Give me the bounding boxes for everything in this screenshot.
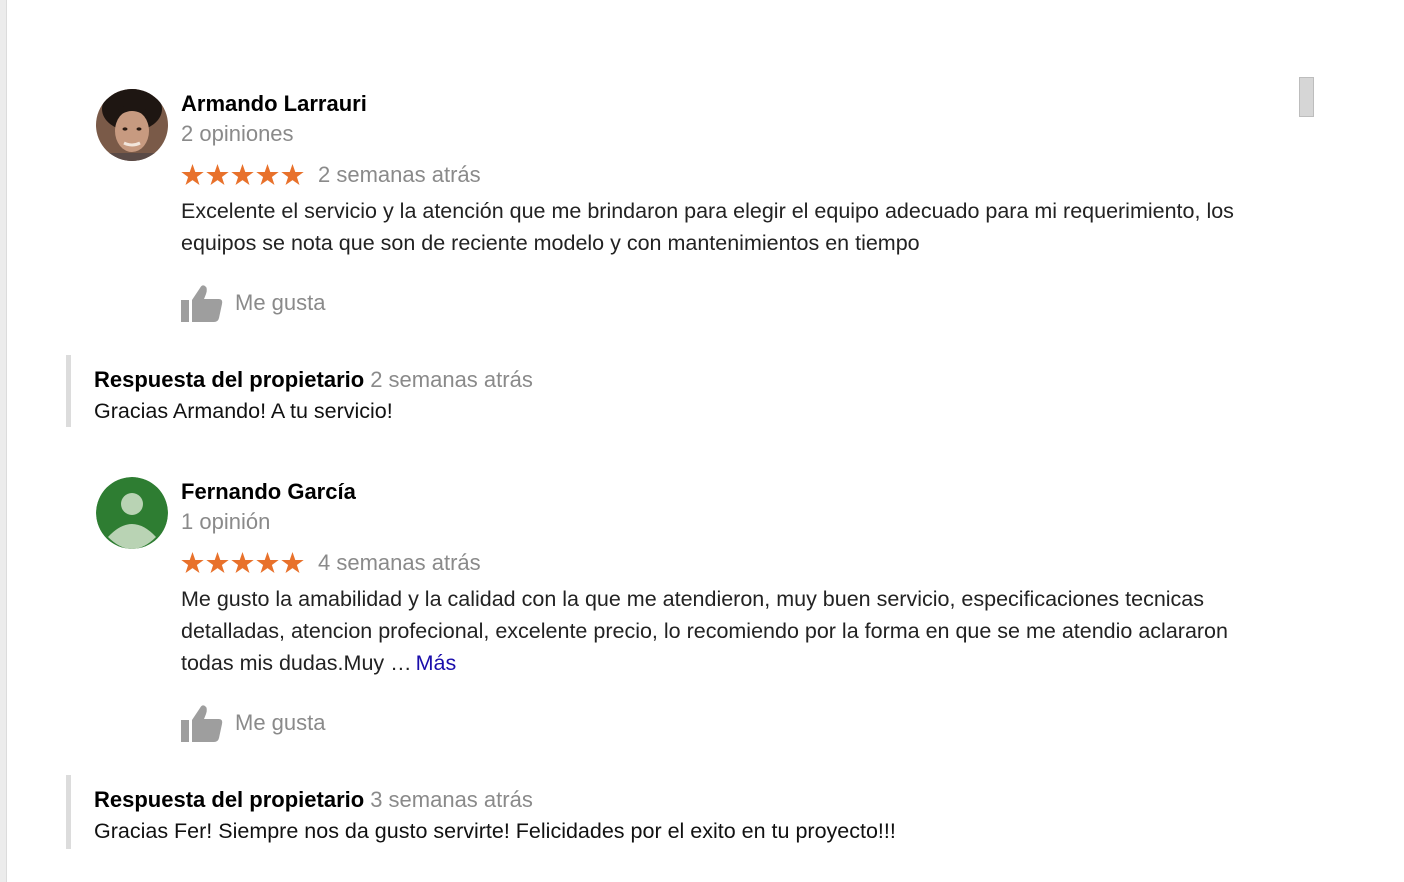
star-icon [281, 552, 304, 574]
star-rating [181, 164, 304, 186]
rating-row: 2 semanas atrás [181, 159, 1276, 191]
reviewer-name[interactable]: Fernando García [181, 477, 1276, 507]
owner-reply-text: Gracias Fer! Siempre nos da gusto servir… [94, 819, 896, 843]
star-icon [256, 552, 279, 574]
avatar[interactable] [96, 89, 168, 161]
owner-reply-header: Respuesta del propietario 3 semanas atrás [94, 775, 1094, 815]
default-user-icon [96, 477, 168, 549]
reviews-page: Armando Larrauri 2 opiniones 2 semanas a… [0, 0, 1404, 882]
review-text-content: Me gusto la amabilidad y la calidad con … [181, 587, 1228, 675]
star-icon [206, 164, 229, 186]
like-label: Me gusta [235, 710, 326, 735]
more-link[interactable]: Más [416, 651, 457, 675]
star-icon [231, 552, 254, 574]
star-icon [281, 164, 304, 186]
like-button[interactable]: Me gusta [181, 703, 1276, 743]
review-count: 2 opiniones [181, 121, 294, 146]
owner-reply-title: Respuesta del propietario [94, 787, 365, 812]
star-icon [181, 552, 204, 574]
owner-reply-time: 3 semanas atrás [370, 787, 533, 812]
avatar[interactable] [96, 477, 168, 549]
star-icon [256, 164, 279, 186]
owner-reply-title: Respuesta del propietario [94, 367, 365, 392]
owner-reply: Respuesta del propietario 2 semanas atrás… [66, 355, 1094, 427]
star-icon [181, 164, 204, 186]
star-icon [231, 164, 254, 186]
review-text: Me gusto la amabilidad y la calidad con … [181, 583, 1276, 679]
review-body: Armando Larrauri 2 opiniones 2 semanas a… [181, 89, 1276, 323]
profile-photo-icon [96, 89, 168, 161]
like-button[interactable]: Me gusta [181, 283, 1276, 323]
rating-row: 4 semanas atrás [181, 547, 1276, 579]
review-text: Excelente el servicio y la atención que … [181, 199, 1234, 255]
left-border [0, 0, 7, 882]
owner-reply-time: 2 semanas atrás [370, 367, 533, 392]
reviewer-name[interactable]: Armando Larrauri [181, 89, 1276, 119]
review-count: 1 opinión [181, 509, 271, 534]
review-body: Fernando García 1 opinión 4 semanas atrá… [181, 477, 1276, 743]
star-rating [181, 552, 304, 574]
thumbs-up-icon [181, 705, 223, 742]
star-icon [206, 552, 229, 574]
like-label: Me gusta [235, 290, 326, 315]
review-time: 4 semanas atrás [318, 550, 481, 575]
owner-reply-header: Respuesta del propietario 2 semanas atrás [94, 355, 1094, 395]
owner-reply: Respuesta del propietario 3 semanas atrás… [66, 775, 1094, 849]
scrollbar-thumb[interactable] [1299, 77, 1314, 117]
owner-reply-text: Gracias Armando! A tu servicio! [94, 399, 393, 423]
review-time: 2 semanas atrás [318, 162, 481, 187]
thumbs-up-icon [181, 285, 223, 322]
